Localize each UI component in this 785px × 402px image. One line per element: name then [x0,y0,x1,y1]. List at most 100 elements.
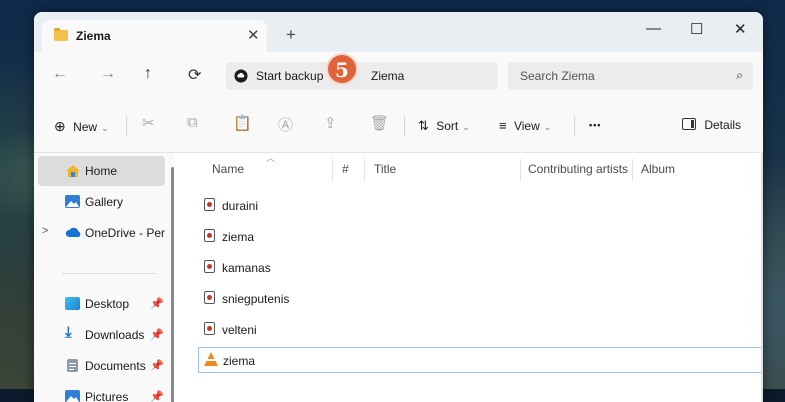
new-button[interactable]: ⊕ New ⌄ [54,118,109,135]
new-tab-button[interactable]: + [286,26,296,43]
audio-file-icon [204,198,215,211]
navigation-pane: Home Gallery > OneDrive - Perso Desktop … [34,153,174,402]
refresh-button[interactable]: ⟳ [188,65,201,85]
search-input[interactable]: Search Ziema [520,69,595,83]
desktop-icon [65,297,80,310]
audio-file-icon [204,229,215,242]
sort-button[interactable]: ⇅ Sort ⌄ [418,118,470,134]
tab-label: Ziema [76,29,111,43]
search-icon: ⌕ [736,68,743,82]
tab-close-icon[interactable]: ✕ [247,26,260,44]
delete-icon[interactable]: 🗑 [370,114,389,132]
file-row[interactable]: ziema [198,224,762,250]
vlc-icon [204,352,218,366]
rename-icon[interactable]: Ⓐ [278,114,293,135]
sort-button-label: Sort [436,119,459,133]
sidebar-item-downloads[interactable]: ⤓ Downloads 📌 [38,320,165,350]
sidebar-item-documents[interactable]: Documents 📌 [38,351,165,381]
toolbar-divider [126,116,127,136]
file-list: ︿ Name # Title Contributing artists Albu… [174,153,763,402]
close-button[interactable]: ✕ [734,20,747,38]
sidebar-divider [62,273,156,274]
sidebar-item-home[interactable]: Home [38,156,165,186]
chevron-down-icon: ⌄ [462,122,470,132]
maximize-button[interactable]: ☐ [690,20,703,38]
onedrive-icon [65,226,81,239]
file-list-scrollbar[interactable] [761,153,763,402]
title-bar: Ziema ✕ + — ☐ ✕ [34,12,763,52]
sidebar-item-onedrive[interactable]: > OneDrive - Perso [38,218,165,248]
column-name[interactable]: Name [212,162,244,176]
search-box[interactable]: Search Ziema ⌕ [508,62,753,90]
sidebar-item-gallery[interactable]: Gallery [38,187,165,217]
column-divider[interactable] [632,159,633,181]
share-icon[interactable]: ⇪ [324,114,337,132]
column-title[interactable]: Title [374,162,396,176]
paste-icon[interactable]: 📋 [233,114,252,132]
home-icon [65,164,80,177]
content-area: Home Gallery > OneDrive - Perso Desktop … [34,153,763,402]
pin-icon[interactable]: 📌 [150,297,164,310]
sidebar-item-pictures[interactable]: Pictures 📌 [38,382,165,402]
file-explorer-window: Ziema ✕ + — ☐ ✕ ← → ↑ ⟳ Start backup Zie… [34,12,763,402]
back-button[interactable]: ← [52,65,68,83]
up-button[interactable]: ↑ [144,65,152,83]
file-name: ziema [223,354,256,368]
audio-file-icon [204,260,215,273]
new-button-label: New [73,120,98,134]
file-name: sniegputenis [222,292,290,306]
sidebar-item-label: OneDrive - Perso [85,226,165,240]
annotation-badge: 5 [326,53,358,85]
minimize-button[interactable]: — [646,20,661,37]
address-bar[interactable]: Start backup Ziema [226,62,498,90]
column-album[interactable]: Album [641,162,675,176]
audio-file-icon [204,291,215,304]
toolbar-divider [574,116,575,136]
pin-icon[interactable]: 📌 [150,328,164,341]
chevron-down-icon: ⌄ [543,122,552,132]
copy-icon[interactable]: ⧉ [187,114,198,131]
file-row[interactable]: sniegputenis [198,286,762,312]
column-divider[interactable] [332,159,333,181]
command-bar: ⊕ New ⌄ ✂ ⧉ 📋 Ⓐ ⇪ 🗑 ⇅ Sort ⌄ ≡ View ⌄ ••• D… [34,100,763,153]
file-row[interactable]: duraini [198,193,762,219]
sort-icon: ⇅ [418,118,429,133]
breadcrumb-ziema[interactable]: Ziema [371,69,404,83]
forward-button[interactable]: → [100,65,116,83]
gallery-icon [65,195,80,208]
sort-caret-icon: ︿ [266,153,276,163]
file-row[interactable]: kamanas [198,255,762,281]
view-icon: ≡ [499,118,507,133]
sidebar-item-desktop[interactable]: Desktop 📌 [38,289,165,319]
start-backup-link[interactable]: Start backup [256,69,323,83]
expand-chevron-icon[interactable]: > [42,225,48,237]
column-divider[interactable] [364,159,365,181]
column-divider[interactable] [520,159,521,181]
file-row[interactable]: velteni [198,317,762,343]
column-number[interactable]: # [342,162,349,176]
plus-circle-icon: ⊕ [54,118,66,134]
view-button[interactable]: ≡ View ⌄ [499,118,551,133]
cut-icon[interactable]: ✂ [142,114,155,132]
tab-ziema[interactable]: Ziema ✕ [42,20,267,52]
pictures-icon [65,390,80,402]
pin-icon[interactable]: 📌 [150,359,164,372]
download-icon: ⤓ [65,324,72,341]
sidebar-item-label: Home [85,164,118,178]
folder-icon [54,28,68,41]
backup-cloud-icon [234,69,248,83]
file-row-selected[interactable]: ziema [198,347,762,373]
details-pane-icon [682,118,696,130]
column-contributing-artists[interactable]: Contributing artists [528,162,628,176]
details-button-label: Details [704,118,742,132]
address-row: ← → ↑ ⟳ Start backup Ziema Search Ziema … [34,52,763,100]
details-button[interactable]: Details [682,118,741,132]
file-name: kamanas [222,261,271,275]
audio-file-icon [204,322,215,335]
pin-icon[interactable]: 📌 [150,390,164,402]
file-name: velteni [222,323,257,337]
file-name: duraini [222,199,259,213]
chevron-down-icon: ⌄ [101,123,109,133]
column-header-row: ︿ Name # Title Contributing artists Albu… [174,153,763,185]
more-options-button[interactable]: ••• [589,120,601,130]
